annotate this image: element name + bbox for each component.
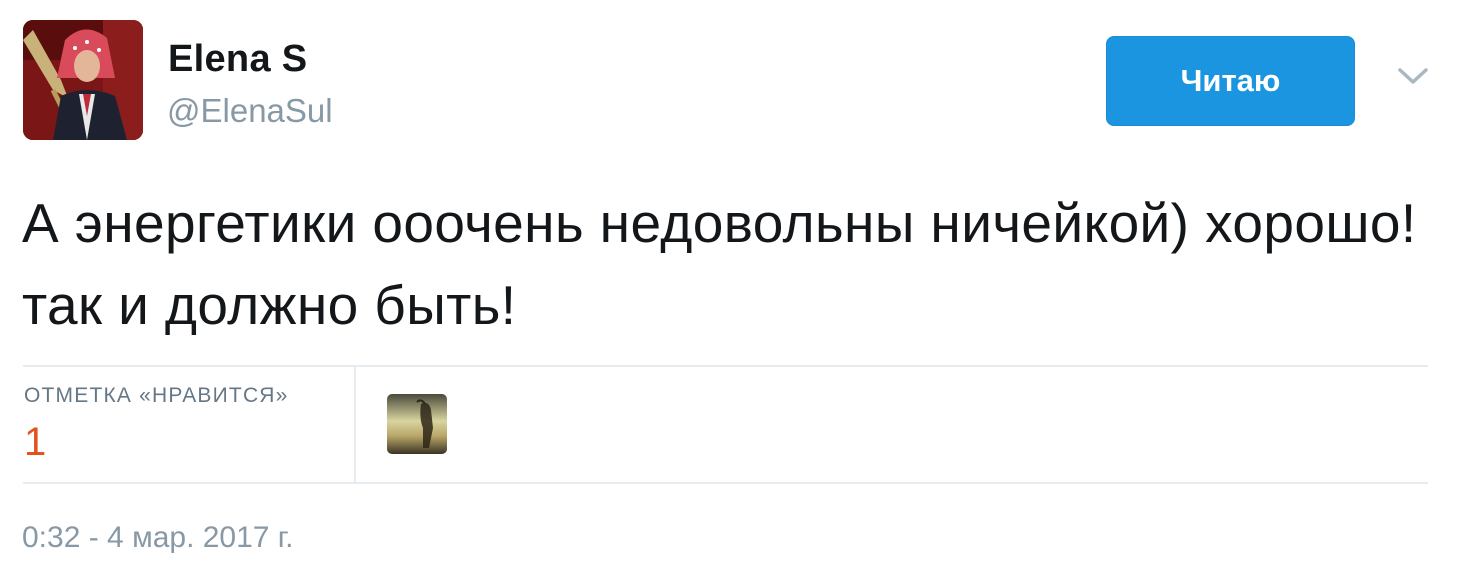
following-button[interactable]: Читаю [1106,36,1355,126]
likes-count[interactable]: 1 [24,420,46,465]
likes-label: ОТМЕТКА «НРАВИТСЯ» [24,384,289,407]
tweet-timestamp[interactable]: 0:32 - 4 мар. 2017 г. [22,521,293,555]
tweet-card: Elena S @ElenaSul Читаю А энергетики ооо… [0,0,1460,582]
stats-divider-bottom [23,482,1428,484]
display-name[interactable]: Elena S [168,38,307,81]
user-avatar[interactable] [23,20,143,140]
chevron-down-icon[interactable] [1396,64,1430,88]
liker-avatar[interactable] [387,394,447,454]
liker-avatar-image [387,394,447,454]
screen-name[interactable]: @ElenaSul [167,92,333,130]
stats-divider-top [23,365,1428,367]
tweet-text: А энергетики ооочень недовольны ничейкой… [22,192,1417,336]
stats-separator [354,367,356,482]
avatar-image [23,20,143,140]
